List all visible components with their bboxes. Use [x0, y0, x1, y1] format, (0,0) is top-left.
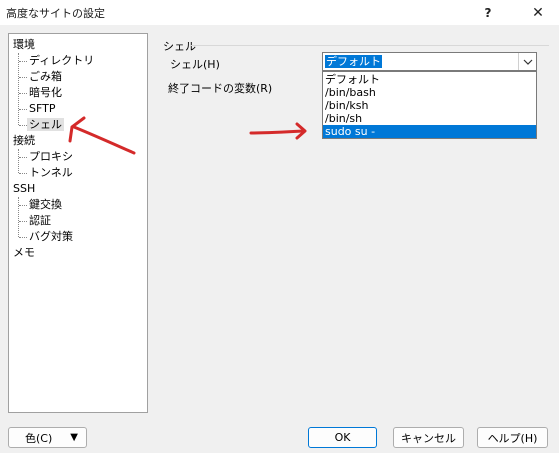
- tree-connector: [19, 77, 27, 78]
- tree-item-tunnel[interactable]: トンネル: [29, 165, 73, 181]
- chevron-down-icon[interactable]: [518, 53, 536, 70]
- dropdown-option-ksh[interactable]: /bin/ksh: [323, 99, 536, 112]
- dropdown-option-sh[interactable]: /bin/sh: [323, 112, 536, 125]
- window-title: 高度なサイトの設定: [6, 7, 105, 20]
- tree-connector: [18, 197, 19, 237]
- tree-connector: [18, 149, 19, 173]
- color-button-label: 色(C): [25, 431, 53, 445]
- tree-connector: [19, 93, 27, 94]
- tree-connector: [19, 237, 27, 238]
- tree-item-proxy[interactable]: プロキシ: [29, 149, 73, 165]
- title-bar: 高度なサイトの設定 ? ✕: [0, 0, 559, 25]
- tree-section-ssh[interactable]: SSH: [13, 181, 35, 197]
- tree-item-shell[interactable]: シェル: [27, 117, 64, 133]
- tree-item-directory[interactable]: ディレクトリ: [29, 53, 94, 69]
- tree-item-sftp[interactable]: SFTP: [29, 101, 55, 117]
- exit-code-label: 終了コードの変数(R): [168, 82, 273, 95]
- tree-item-bug-workarounds[interactable]: バグ対策: [29, 229, 73, 245]
- tree-connector: [19, 125, 27, 126]
- shell-group-label: シェル: [163, 40, 196, 53]
- tree-connector: [19, 221, 27, 222]
- tree-connector: [19, 205, 27, 206]
- dropdown-option-default[interactable]: デフォルト: [323, 73, 536, 86]
- group-divider: [190, 45, 549, 46]
- tree-connector: [19, 157, 27, 158]
- tree-item-key-exchange[interactable]: 鍵交換: [29, 197, 62, 213]
- settings-tree[interactable]: 環境 ディレクトリ ごみ箱 暗号化 SFTP シェル 接続 プロキシ トンネル …: [8, 33, 148, 413]
- dropdown-option-bash[interactable]: /bin/bash: [323, 86, 536, 99]
- color-button[interactable]: 色(C) ▼: [8, 427, 87, 448]
- help-title-button[interactable]: ?: [472, 0, 504, 25]
- triangle-down-icon: ▼: [70, 432, 78, 443]
- cancel-button[interactable]: キャンセル: [393, 427, 464, 448]
- shell-dropdown-list[interactable]: デフォルト /bin/bash /bin/ksh /bin/sh sudo su…: [322, 71, 537, 139]
- help-button[interactable]: ヘルプ(H): [477, 427, 548, 448]
- annotation-arrow-shaft: [249, 129, 306, 135]
- tree-item-encryption[interactable]: 暗号化: [29, 85, 62, 101]
- tree-section-memo[interactable]: メモ: [13, 245, 35, 261]
- tree-section-environment[interactable]: 環境: [13, 37, 35, 53]
- tree-item-trash[interactable]: ごみ箱: [29, 69, 62, 85]
- tree-item-auth[interactable]: 認証: [29, 213, 51, 229]
- shell-combobox-value: デフォルト: [325, 55, 382, 68]
- tree-connector: [19, 173, 27, 174]
- tree-item-shell-label: シェル: [27, 118, 64, 131]
- annotation-arrow-head: [295, 122, 307, 140]
- shell-combobox[interactable]: デフォルト: [322, 52, 537, 71]
- close-button[interactable]: ✕: [522, 0, 554, 25]
- tree-connector: [19, 61, 27, 62]
- shell-field-label: シェル(H): [170, 58, 220, 71]
- dropdown-option-sudo-su[interactable]: sudo su -: [323, 125, 536, 138]
- tree-connector: [19, 109, 27, 110]
- ok-button[interactable]: OK: [308, 427, 377, 448]
- tree-section-connection[interactable]: 接続: [13, 133, 35, 149]
- tree-connector: [18, 53, 19, 125]
